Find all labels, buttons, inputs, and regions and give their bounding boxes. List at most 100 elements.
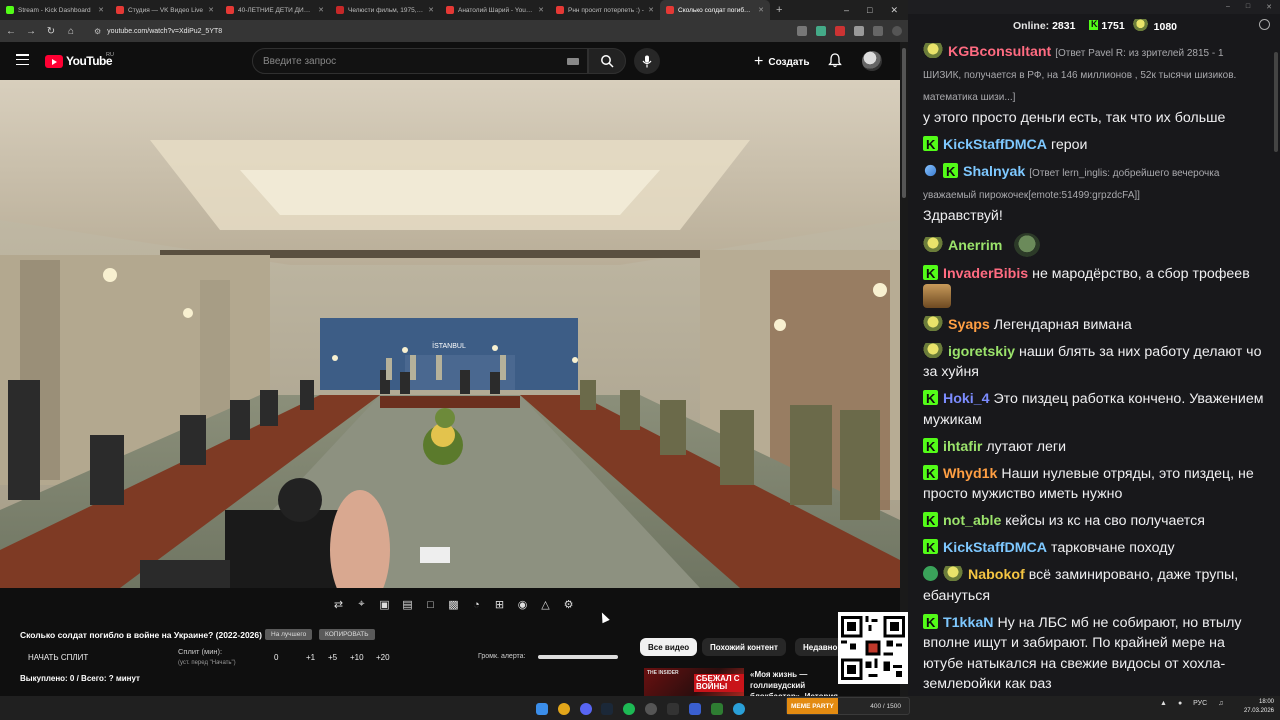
network-icon[interactable]: ▲ <box>1160 700 1167 707</box>
clock[interactable]: 18:00 27.03.2026 <box>1240 698 1274 716</box>
notifications-button[interactable] <box>828 53 842 73</box>
other-viewer-count: 1080 <box>1153 21 1178 33</box>
obs-icon[interactable] <box>645 703 657 715</box>
split-plus-10-button[interactable]: +10 <box>350 653 364 662</box>
best-answer-button[interactable]: На лучшего <box>265 629 313 640</box>
speed-icon[interactable]: ◔ <box>468 596 485 613</box>
browser-tab[interactable]: Stream - Kick Dashboard ✕ <box>0 0 110 20</box>
chat-username[interactable]: InvaderBibis <box>943 266 1028 282</box>
chrome-icon[interactable] <box>558 703 570 715</box>
forward-icon[interactable]: → <box>26 26 36 37</box>
chat-scrollbar-thumb[interactable] <box>1274 52 1278 152</box>
reload-icon[interactable]: ↻ <box>46 26 56 37</box>
split-plus-20-button[interactable]: +20 <box>376 653 390 662</box>
discord-icon[interactable] <box>580 703 592 715</box>
windows-start-icon[interactable] <box>536 703 548 715</box>
screencast-icon[interactable]: ▣ <box>376 596 393 613</box>
extension-icon[interactable] <box>816 26 826 36</box>
steam-icon[interactable] <box>601 703 613 715</box>
url-field[interactable]: ⚙ youtube.com/watch?v=XdiPu2_5YT8 <box>86 23 631 39</box>
gear-icon[interactable]: ⚙ <box>560 596 577 613</box>
browser-tab[interactable]: Анатолий Шарий - YouTube ✕ <box>440 0 550 20</box>
menu-icon[interactable] <box>892 26 902 36</box>
chat-username[interactable]: Shalnyak <box>963 164 1025 180</box>
chat-username[interactable]: not_able <box>943 513 1001 529</box>
browser-tab[interactable]: Рнн просит потерпеть :) - ✕ <box>550 0 660 20</box>
extension-icon[interactable] <box>835 26 845 36</box>
qr-code-image <box>841 616 905 680</box>
close-icon[interactable]: ✕ <box>890 5 898 16</box>
split-plus-1-button[interactable]: +1 <box>306 653 315 662</box>
video-player[interactable]: İSTANBUL <box>0 80 900 588</box>
chat-username[interactable]: igoretskiy <box>948 344 1015 360</box>
telegram-icon[interactable] <box>733 703 745 715</box>
terminal-icon[interactable] <box>667 703 679 715</box>
youtube-logo-icon[interactable] <box>45 55 63 68</box>
download-icon[interactable] <box>873 26 883 36</box>
loop-icon[interactable]: ⇄ <box>330 596 347 613</box>
page-scrollbar-thumb[interactable] <box>902 48 906 198</box>
keyboard-icon[interactable] <box>567 58 579 65</box>
back-icon[interactable]: ← <box>6 26 16 37</box>
flask-icon[interactable]: △ <box>537 596 554 613</box>
tab-close-icon[interactable]: ✕ <box>98 6 104 14</box>
chip-all-videos[interactable]: Все видео <box>640 638 698 656</box>
browser-tab[interactable]: Челюсти фильм, 1975, дата ✕ <box>330 0 440 20</box>
chat-username[interactable]: KGBconsultant <box>948 44 1051 60</box>
tab-close-icon[interactable]: ✕ <box>208 6 214 14</box>
browser-tab[interactable]: 40-ЛЕТНИЕ ДЕТИ ДИСНЕЯ ✕ <box>220 0 330 20</box>
resize-icon[interactable]: □ <box>422 596 439 613</box>
chat-username[interactable]: Whyd1k <box>943 466 997 482</box>
spotify-icon[interactable] <box>623 703 635 715</box>
chat-username[interactable]: Anerrim <box>948 238 1002 254</box>
minimize-icon[interactable]: – <box>844 5 849 16</box>
minimize-icon[interactable]: – <box>1226 3 1230 11</box>
clapper-icon[interactable]: ▤ <box>399 596 416 613</box>
home-icon[interactable]: ⌂ <box>66 26 76 37</box>
chat-username[interactable]: ihtafir <box>943 439 982 455</box>
voice-search-button[interactable] <box>634 48 660 74</box>
extension-icon[interactable] <box>854 26 864 36</box>
file-manager-icon[interactable] <box>711 703 723 715</box>
chat-username[interactable]: Hoki_4 <box>943 391 990 407</box>
chat-username[interactable]: Nabokof <box>968 567 1025 583</box>
new-tab-button[interactable]: + <box>770 4 788 16</box>
chat-username[interactable]: KickStaffDMCA <box>943 540 1047 556</box>
maximize-icon[interactable]: □ <box>867 5 872 16</box>
search-button[interactable] <box>588 48 626 74</box>
recommendation-thumbnail[interactable]: THE INSIDER СБЕЖАЛ С ВОЙНЫ <box>644 668 744 696</box>
volume-icon[interactable]: ♫ <box>1218 700 1223 707</box>
site-info-icon[interactable]: ⚙ <box>94 27 101 36</box>
language-indicator[interactable]: РУС <box>1193 700 1207 707</box>
media-player-icon[interactable] <box>689 703 701 715</box>
browser-tab[interactable]: Студия — VK Видео Live ✕ <box>110 0 220 20</box>
alert-volume-slider[interactable] <box>538 655 618 659</box>
close-icon[interactable]: ✕ <box>1266 3 1272 11</box>
maximize-icon[interactable]: □ <box>1246 3 1250 11</box>
microphone-tray-icon[interactable]: ● <box>1178 700 1182 707</box>
chip-similar[interactable]: Похожий контент <box>702 638 786 656</box>
start-split-button[interactable]: НАЧАТЬ СПЛИТ <box>28 653 88 662</box>
add-frame-icon[interactable]: ⊞ <box>491 596 508 613</box>
avatar[interactable] <box>862 51 882 71</box>
chip-recent[interactable]: Недавно <box>795 638 840 656</box>
chat-username[interactable]: Syaps <box>948 317 990 333</box>
chat-username[interactable]: KickStaffDMCA <box>943 137 1047 153</box>
copy-button[interactable]: КОПИРОВАТЬ <box>319 629 375 640</box>
browser-tab[interactable]: Сколько солдат погибло в ✕ <box>660 0 770 20</box>
tab-close-icon[interactable]: ✕ <box>648 6 654 14</box>
split-plus-5-button[interactable]: +5 <box>328 653 337 662</box>
hamburger-menu-icon[interactable] <box>16 54 29 68</box>
extension-icon[interactable] <box>797 26 807 36</box>
search-input[interactable]: Введите запрос <box>252 48 588 74</box>
settings-icon[interactable] <box>1259 19 1270 30</box>
tab-close-icon[interactable]: ✕ <box>758 6 764 14</box>
camera-icon[interactable]: ◉ <box>514 596 531 613</box>
create-button[interactable]: + Создать <box>754 52 809 72</box>
broadcast-icon[interactable]: ⌖ <box>353 596 370 613</box>
tab-close-icon[interactable]: ✕ <box>428 6 434 14</box>
tab-close-icon[interactable]: ✕ <box>538 6 544 14</box>
chat-username[interactable]: T1kkaN <box>943 615 993 631</box>
tab-close-icon[interactable]: ✕ <box>318 6 324 14</box>
theater-icon[interactable]: ▩ <box>445 596 462 613</box>
